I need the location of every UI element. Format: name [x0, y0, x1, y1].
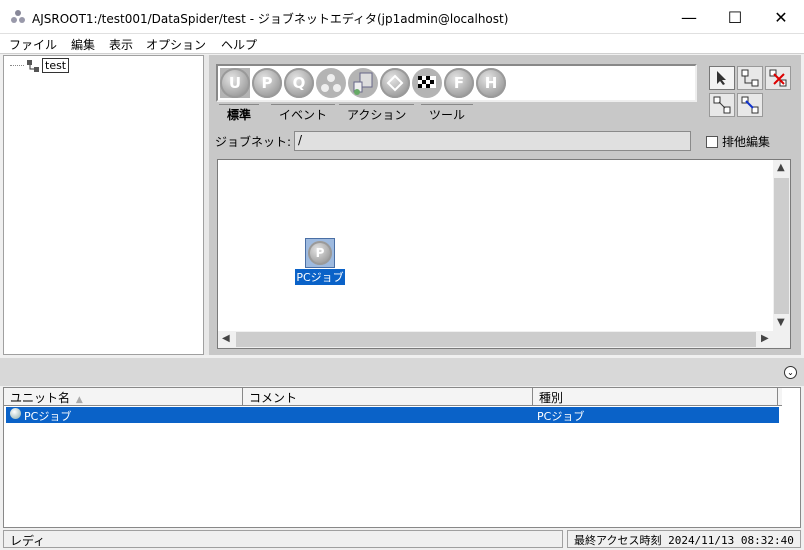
- app-icon: [11, 10, 25, 23]
- column-unit-name[interactable]: ユニット名 ▲: [4, 388, 243, 406]
- checkbox-box[interactable]: [706, 135, 718, 148]
- minimize-button[interactable]: —: [666, 0, 712, 34]
- jobnet-icon: [27, 59, 39, 72]
- unit-tree[interactable]: test: [3, 55, 204, 355]
- job-node-label[interactable]: PCジョブ: [295, 269, 345, 285]
- table-row[interactable]: PCジョブ PCジョブ: [6, 407, 779, 423]
- pointer-icon: [717, 71, 726, 85]
- scroll-left-icon[interactable]: ◀: [222, 333, 230, 344]
- menu-bar: ファイル 編集 表示 オプション ヘルプ: [0, 34, 804, 54]
- maximize-button[interactable]: ☐: [712, 0, 758, 34]
- map-area[interactable]: P PCジョブ ▲ ▼ ◀ ▶: [217, 159, 791, 349]
- job-node-icon-frame[interactable]: P: [305, 238, 335, 268]
- tab-tool[interactable]: ツール: [421, 104, 474, 124]
- queue-job-icon[interactable]: Q: [284, 68, 314, 98]
- last-access-time: 最終アクセス時刻 2024/11/13 08:32:40: [567, 530, 801, 548]
- status-bar: レディ 最終アクセス時刻 2024/11/13 08:32:40: [0, 528, 804, 550]
- menu-edit[interactable]: 編集: [71, 36, 95, 53]
- exclusive-edit-label: 排他編集: [722, 135, 771, 149]
- pc-job-icon[interactable]: P: [252, 68, 282, 98]
- list-header: ユニット名 ▲ コメント 種別: [4, 388, 782, 406]
- icon-palette: U P Q F H: [216, 64, 697, 102]
- exclusive-edit-checkbox[interactable]: 排他編集: [706, 133, 770, 150]
- connect-icon: [741, 69, 759, 87]
- flexible-job-icon[interactable]: F: [444, 68, 474, 98]
- menu-options[interactable]: オプション: [146, 36, 206, 53]
- relation-line-button[interactable]: [709, 93, 735, 117]
- jobnet-connector-icon[interactable]: [316, 68, 346, 98]
- jobnet-label: ジョブネット:: [215, 135, 292, 149]
- delete-connection-button[interactable]: [765, 66, 791, 90]
- tree-node-test[interactable]: test: [10, 58, 70, 73]
- tab-event[interactable]: イベント: [271, 104, 336, 124]
- column-unit-name-label: ユニット名: [10, 391, 71, 405]
- scroll-right-icon[interactable]: ▶: [761, 333, 769, 344]
- vertical-scroll-thumb[interactable]: [774, 178, 789, 314]
- relation-arrow-button[interactable]: [737, 93, 763, 117]
- relation-arrow-icon: [741, 96, 759, 114]
- pc-job-row-icon: [10, 408, 21, 419]
- palette-tabs: 標準 イベント アクション ツール: [215, 104, 515, 124]
- sort-asc-icon: ▲: [75, 395, 83, 405]
- connect-mode-button[interactable]: [737, 66, 763, 90]
- vertical-scrollbar[interactable]: ▲ ▼: [773, 160, 790, 332]
- collapse-icon[interactable]: ⌄: [784, 366, 797, 379]
- menu-help[interactable]: ヘルプ: [221, 36, 257, 53]
- unit-list[interactable]: ユニット名 ▲ コメント 種別 PCジョブ PCジョブ: [3, 387, 801, 528]
- http-job-icon[interactable]: H: [476, 68, 506, 98]
- horizontal-splitter[interactable]: ⌄: [0, 358, 804, 386]
- flag-icon[interactable]: [412, 68, 442, 98]
- select-mode-button[interactable]: [709, 66, 735, 90]
- window-title: AJSROOT1:/test001/DataSpider/test - ジョブネ…: [32, 12, 509, 26]
- menu-file[interactable]: ファイル: [9, 36, 57, 53]
- tree-connector: [10, 65, 24, 66]
- unix-job-icon[interactable]: U: [220, 68, 250, 98]
- scroll-down-icon[interactable]: ▼: [777, 317, 785, 328]
- jobnet-path-field: /: [294, 131, 691, 151]
- menu-view[interactable]: 表示: [109, 36, 133, 53]
- horizontal-scrollbar[interactable]: ◀ ▶: [218, 331, 775, 348]
- relation-line-icon: [713, 96, 731, 114]
- title-bar: AJSROOT1:/test001/DataSpider/test - ジョブネ…: [0, 0, 804, 34]
- tab-standard[interactable]: 標準: [219, 104, 260, 124]
- judgment-job-icon[interactable]: [380, 68, 410, 98]
- scroll-up-icon[interactable]: ▲: [777, 162, 785, 173]
- column-comment[interactable]: コメント: [243, 388, 533, 406]
- delete-connection-icon: [769, 69, 787, 87]
- tree-node-label[interactable]: test: [42, 58, 70, 73]
- jobnet-editor: U P Q F H 標準 イベント アクション ツール ジョブネット: / 排他…: [209, 55, 801, 355]
- status-text: レディ: [3, 530, 563, 548]
- scroll-corner: [773, 331, 790, 348]
- job-node-pc[interactable]: P PCジョブ: [290, 238, 350, 285]
- column-type[interactable]: 種別: [533, 388, 778, 406]
- horizontal-scroll-thumb[interactable]: [236, 332, 756, 347]
- tab-action[interactable]: アクション: [339, 104, 415, 124]
- row-unit-name: PCジョブ: [24, 410, 72, 423]
- row-type: PCジョブ: [537, 410, 585, 423]
- pc-job-icon: P: [308, 241, 332, 265]
- close-button[interactable]: ✕: [758, 0, 804, 34]
- remote-jobnet-icon[interactable]: [348, 68, 378, 98]
